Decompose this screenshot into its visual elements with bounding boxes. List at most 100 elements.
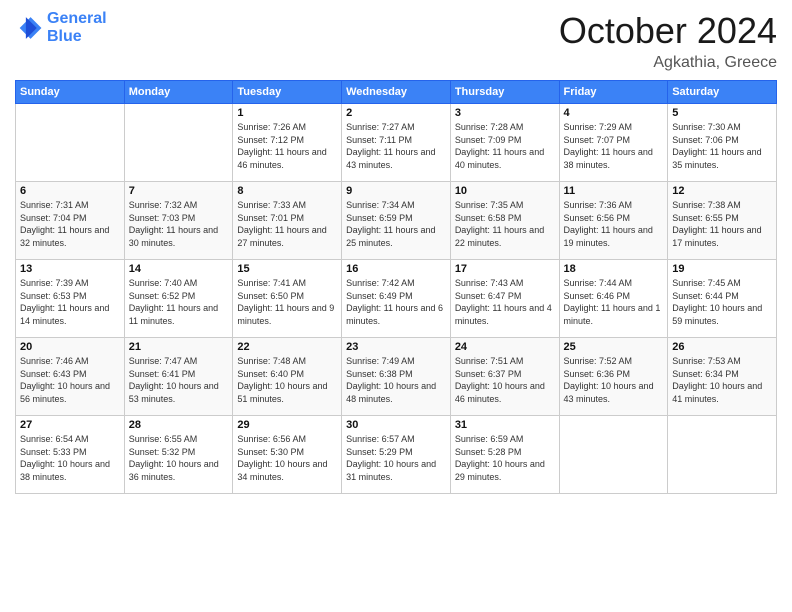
cell-content: Sunrise: 7:48 AM Sunset: 6:40 PM Dayligh… (237, 355, 337, 405)
calendar-cell: 9 Sunrise: 7:34 AM Sunset: 6:59 PM Daylig… (342, 182, 451, 260)
day-number: 21 (129, 341, 229, 353)
week-row-4: 27Sunrise: 6:54 AM Sunset: 5:33 PM Dayli… (16, 416, 777, 494)
calendar-cell: 10 Sunrise: 7:35 AM Sunset: 6:58 PM Dayli… (450, 182, 559, 260)
day-number: 10 (455, 185, 555, 197)
header-day-friday: Friday (559, 81, 668, 104)
cell-content: Sunrise: 7:49 AM Sunset: 6:38 PM Dayligh… (346, 355, 446, 405)
cell-content: Sunrise: 7:45 AM Sunset: 6:44 PM Dayligh… (672, 277, 772, 327)
calendar-cell: 20Sunrise: 7:46 AM Sunset: 6:43 PM Dayli… (16, 338, 125, 416)
cell-content: Sunrise: 7:51 AM Sunset: 6:37 PM Dayligh… (455, 355, 555, 405)
calendar-cell: 24Sunrise: 7:51 AM Sunset: 6:37 PM Dayli… (450, 338, 559, 416)
calendar-cell: 19 Sunrise: 7:45 AM Sunset: 6:44 PM Dayli… (668, 260, 777, 338)
cell-content: Sunrise: 7:38 AM Sunset: 6:55 PM Dayligh… (672, 199, 772, 249)
calendar-cell: 8Sunrise: 7:33 AM Sunset: 7:01 PM Daylig… (233, 182, 342, 260)
calendar-cell: 26Sunrise: 7:53 AM Sunset: 6:34 PM Dayli… (668, 338, 777, 416)
day-number: 31 (455, 419, 555, 431)
calendar-cell: 5Sunrise: 7:30 AM Sunset: 7:06 PM Daylig… (668, 104, 777, 182)
calendar-cell: 15Sunrise: 7:41 AM Sunset: 6:50 PM Dayli… (233, 260, 342, 338)
day-number: 14 (129, 263, 229, 275)
calendar-cell: 13 Sunrise: 7:39 AM Sunset: 6:53 PM Dayli… (16, 260, 125, 338)
cell-content: Sunrise: 7:26 AM Sunset: 7:12 PM Dayligh… (237, 121, 337, 171)
header-day-thursday: Thursday (450, 81, 559, 104)
calendar-cell (124, 104, 233, 182)
calendar-cell: 31 Sunrise: 6:59 AM Sunset: 5:28 PM Dayli… (450, 416, 559, 494)
day-number: 23 (346, 341, 446, 353)
day-number: 12 (672, 185, 772, 197)
calendar-cell (16, 104, 125, 182)
calendar-cell: 16 Sunrise: 7:42 AM Sunset: 6:49 PM Dayli… (342, 260, 451, 338)
day-number: 11 (564, 185, 664, 197)
month-title: October 2024 (559, 10, 777, 52)
day-number: 8 (237, 185, 337, 197)
calendar-cell: 17Sunrise: 7:43 AM Sunset: 6:47 PM Dayli… (450, 260, 559, 338)
week-row-3: 20Sunrise: 7:46 AM Sunset: 6:43 PM Dayli… (16, 338, 777, 416)
calendar-cell: 18 Sunrise: 7:44 AM Sunset: 6:46 PM Dayli… (559, 260, 668, 338)
header-day-saturday: Saturday (668, 81, 777, 104)
cell-content: Sunrise: 7:32 AM Sunset: 7:03 PM Dayligh… (129, 199, 229, 249)
cell-content: Sunrise: 6:57 AM Sunset: 5:29 PM Dayligh… (346, 433, 446, 483)
day-number: 18 (564, 263, 664, 275)
day-number: 20 (20, 341, 120, 353)
logo-icon (15, 14, 43, 42)
day-number: 1 (237, 107, 337, 119)
page: General Blue October 2024 Agkathia, Gree… (0, 0, 792, 612)
logo-line2: Blue (47, 28, 107, 46)
week-row-1: 6Sunrise: 7:31 AM Sunset: 7:04 PM Daylig… (16, 182, 777, 260)
cell-content: Sunrise: 7:36 AM Sunset: 6:56 PM Dayligh… (564, 199, 664, 249)
calendar-cell: 1 Sunrise: 7:26 AM Sunset: 7:12 PM Daylig… (233, 104, 342, 182)
day-number: 19 (672, 263, 772, 275)
cell-content: Sunrise: 7:43 AM Sunset: 6:47 PM Dayligh… (455, 277, 555, 327)
cell-content: Sunrise: 7:39 AM Sunset: 6:53 PM Dayligh… (20, 277, 120, 327)
day-number: 22 (237, 341, 337, 353)
calendar-cell: 30 Sunrise: 6:57 AM Sunset: 5:29 PM Dayli… (342, 416, 451, 494)
cell-content: Sunrise: 6:55 AM Sunset: 5:32 PM Dayligh… (129, 433, 229, 483)
week-row-0: 1 Sunrise: 7:26 AM Sunset: 7:12 PM Daylig… (16, 104, 777, 182)
day-number: 9 (346, 185, 446, 197)
calendar-cell: 2 Sunrise: 7:27 AM Sunset: 7:11 PM Daylig… (342, 104, 451, 182)
header-day-monday: Monday (124, 81, 233, 104)
calendar-cell: 28 Sunrise: 6:55 AM Sunset: 5:32 PM Dayli… (124, 416, 233, 494)
header-day-tuesday: Tuesday (233, 81, 342, 104)
day-number: 13 (20, 263, 120, 275)
calendar-table: SundayMondayTuesdayWednesdayThursdayFrid… (15, 80, 777, 494)
header-day-wednesday: Wednesday (342, 81, 451, 104)
cell-content: Sunrise: 7:29 AM Sunset: 7:07 PM Dayligh… (564, 121, 664, 171)
cell-content: Sunrise: 7:34 AM Sunset: 6:59 PM Dayligh… (346, 199, 446, 249)
day-number: 7 (129, 185, 229, 197)
calendar-cell: 23 Sunrise: 7:49 AM Sunset: 6:38 PM Dayli… (342, 338, 451, 416)
cell-content: Sunrise: 7:41 AM Sunset: 6:50 PM Dayligh… (237, 277, 337, 327)
calendar-cell: 11 Sunrise: 7:36 AM Sunset: 6:56 PM Dayli… (559, 182, 668, 260)
day-number: 28 (129, 419, 229, 431)
title-block: October 2024 Agkathia, Greece (559, 10, 777, 72)
day-number: 30 (346, 419, 446, 431)
calendar-cell: 27Sunrise: 6:54 AM Sunset: 5:33 PM Dayli… (16, 416, 125, 494)
calendar-cell: 6Sunrise: 7:31 AM Sunset: 7:04 PM Daylig… (16, 182, 125, 260)
logo-text: General Blue (47, 10, 107, 45)
calendar-cell: 21 Sunrise: 7:47 AM Sunset: 6:41 PM Dayli… (124, 338, 233, 416)
logo-line1: General (47, 10, 107, 27)
cell-content: Sunrise: 7:27 AM Sunset: 7:11 PM Dayligh… (346, 121, 446, 171)
header-day-sunday: Sunday (16, 81, 125, 104)
calendar-cell: 22 Sunrise: 7:48 AM Sunset: 6:40 PM Dayli… (233, 338, 342, 416)
day-number: 4 (564, 107, 664, 119)
day-number: 6 (20, 185, 120, 197)
day-number: 27 (20, 419, 120, 431)
week-row-2: 13 Sunrise: 7:39 AM Sunset: 6:53 PM Dayli… (16, 260, 777, 338)
cell-content: Sunrise: 7:30 AM Sunset: 7:06 PM Dayligh… (672, 121, 772, 171)
location-title: Agkathia, Greece (559, 54, 777, 72)
calendar-cell: 3Sunrise: 7:28 AM Sunset: 7:09 PM Daylig… (450, 104, 559, 182)
day-number: 16 (346, 263, 446, 275)
cell-content: Sunrise: 7:35 AM Sunset: 6:58 PM Dayligh… (455, 199, 555, 249)
cell-content: Sunrise: 7:40 AM Sunset: 6:52 PM Dayligh… (129, 277, 229, 327)
calendar-cell (668, 416, 777, 494)
day-number: 2 (346, 107, 446, 119)
cell-content: Sunrise: 6:56 AM Sunset: 5:30 PM Dayligh… (237, 433, 337, 483)
cell-content: Sunrise: 7:47 AM Sunset: 6:41 PM Dayligh… (129, 355, 229, 405)
header-row: SundayMondayTuesdayWednesdayThursdayFrid… (16, 81, 777, 104)
cell-content: Sunrise: 6:59 AM Sunset: 5:28 PM Dayligh… (455, 433, 555, 483)
cell-content: Sunrise: 7:53 AM Sunset: 6:34 PM Dayligh… (672, 355, 772, 405)
day-number: 3 (455, 107, 555, 119)
calendar-cell: 7 Sunrise: 7:32 AM Sunset: 7:03 PM Daylig… (124, 182, 233, 260)
cell-content: Sunrise: 7:44 AM Sunset: 6:46 PM Dayligh… (564, 277, 664, 327)
cell-content: Sunrise: 7:42 AM Sunset: 6:49 PM Dayligh… (346, 277, 446, 327)
